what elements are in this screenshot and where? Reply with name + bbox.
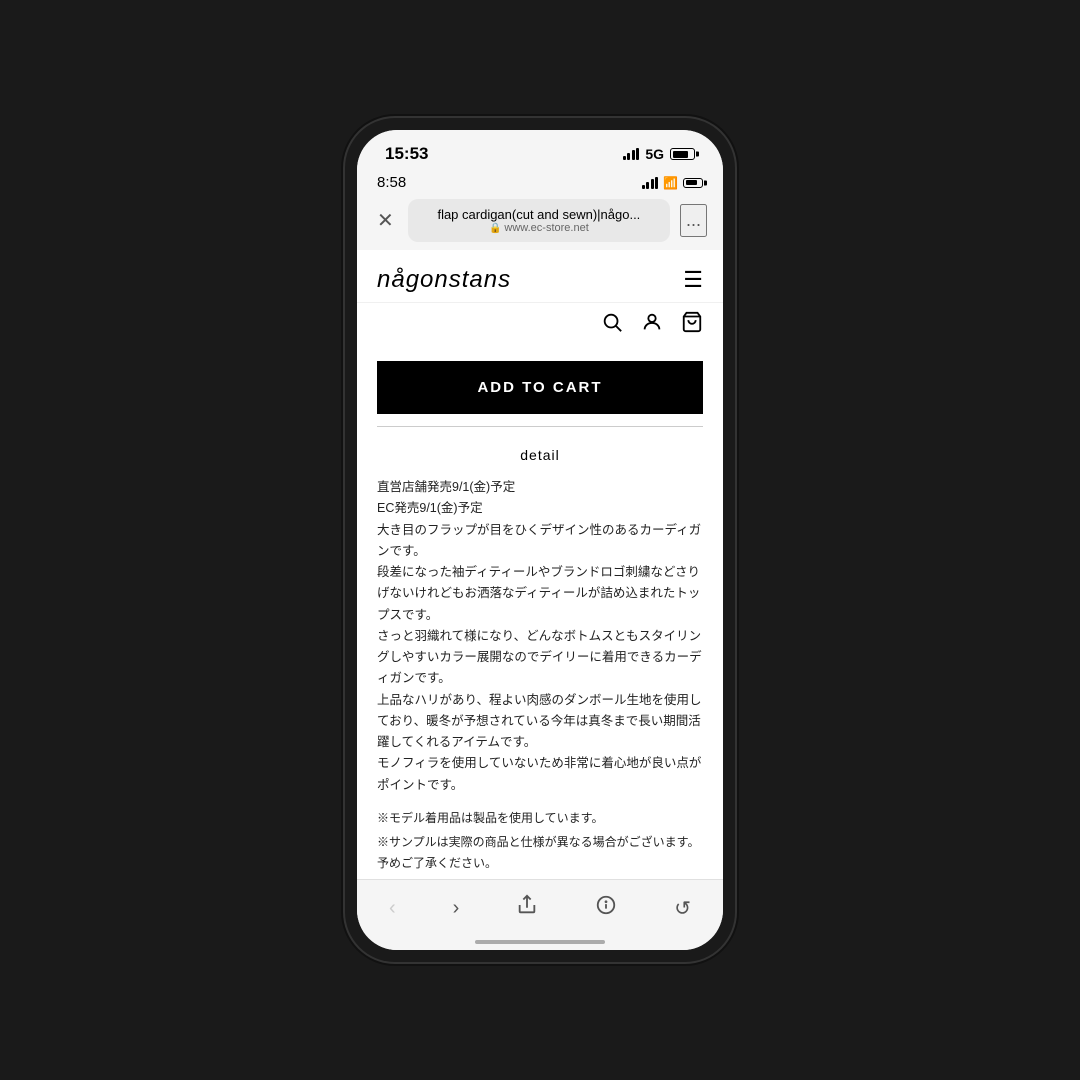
store-logo: någonstans [377,266,511,294]
detail-heading: detail [377,447,703,463]
back-button[interactable]: ‹ [381,893,404,924]
more-options-button[interactable]: ... [680,204,707,237]
browser-status: 8:58 📶 [357,170,723,195]
url-address: 🔒 www.ec-store.net [489,222,589,234]
browser-battery-icon [683,178,703,188]
browser-time: 8:58 [377,174,406,191]
wifi-icon: 📶 [663,176,678,190]
status-bar: 15:53 5G [357,130,723,170]
share-button[interactable] [508,890,546,926]
product-description: 直営店舗発売9/1(金)予定 EC発売9/1(金)予定 大き目のフラップが目をひ… [377,477,703,796]
close-tab-button[interactable]: ✕ [373,204,398,237]
forward-button[interactable]: › [445,893,468,924]
status-icons: 5G [623,146,695,162]
browser-signal-icon [642,177,659,189]
search-button[interactable] [601,311,623,339]
store-header: någonstans ☰ [357,250,723,303]
browser-chrome: 8:58 📶 ✕ flap cardiga [357,170,723,250]
tab-icon [595,894,617,916]
store-icons-bar [357,303,723,351]
battery-icon [670,148,695,160]
notice-1: ※モデル着用品は製品を使用しています。 [377,808,703,828]
notice-2: ※サンプルは実際の商品と仕様が異なる場合がございます。予めご了承ください。 [377,832,703,873]
tab-overview-button[interactable] [587,890,625,926]
cart-button[interactable] [681,311,703,339]
page-title: flap cardigan(cut and sewn)|någo... [437,207,640,222]
lock-icon: 🔒 [489,223,501,234]
add-to-cart-button[interactable]: ADD TO CART [377,361,703,414]
hamburger-menu-button[interactable]: ☰ [683,267,703,293]
add-to-cart-section: ADD TO CART [357,351,723,426]
browser-status-icons: 📶 [642,176,703,190]
url-text: www.ec-store.net [504,222,588,234]
signal-icon [623,148,640,160]
home-indicator [357,942,723,950]
share-icon [516,894,538,916]
status-time: 15:53 [385,144,428,164]
url-bar[interactable]: flap cardigan(cut and sewn)|någo... 🔒 ww… [408,199,670,242]
phone-frame: 15:53 5G 8:58 [345,118,735,962]
network-label: 5G [645,146,664,162]
page-content: någonstans ☰ [357,250,723,879]
account-button[interactable] [641,311,663,339]
bottom-browser-nav: ‹ › ↺ [357,879,723,942]
phone-screen: 15:53 5G 8:58 [357,130,723,950]
home-bar [475,940,605,944]
reload-button[interactable]: ↺ [666,892,699,925]
browser-nav-bar: ✕ flap cardigan(cut and sewn)|någo... 🔒 … [357,195,723,250]
detail-section: detail 直営店舗発売9/1(金)予定 EC発売9/1(金)予定 大き目のフ… [357,427,723,879]
